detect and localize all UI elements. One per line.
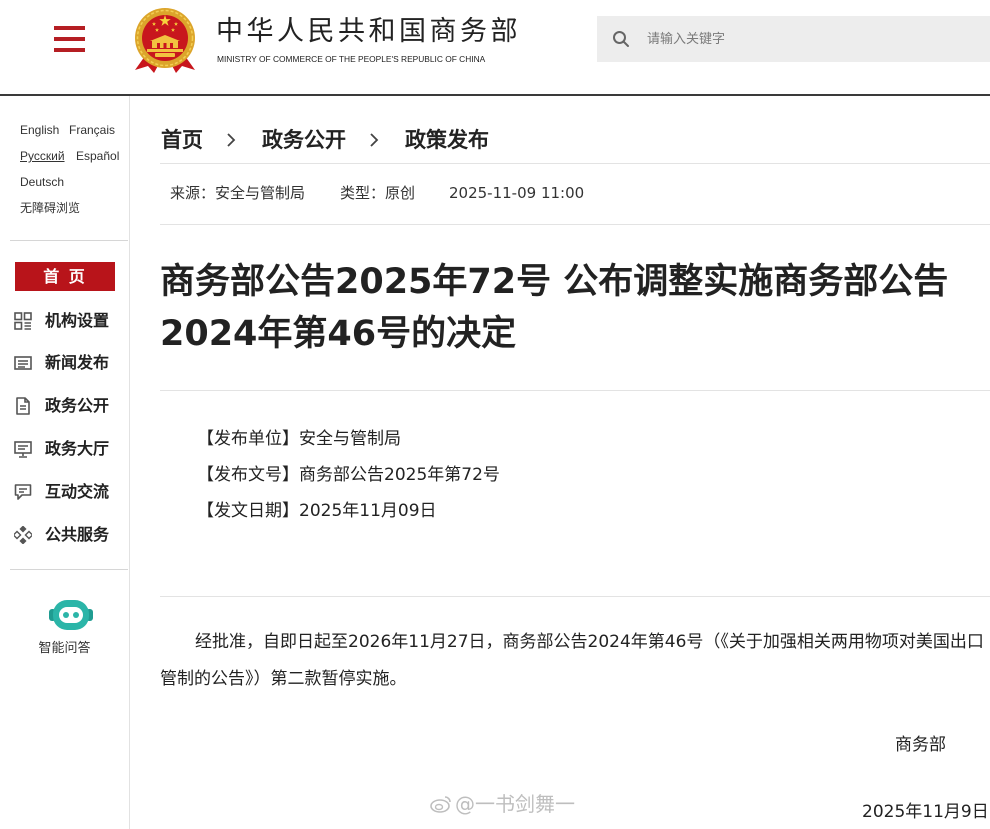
- article-source: 来源：安全与管制局: [170, 183, 305, 203]
- service-icon: [14, 526, 32, 544]
- search-input[interactable]: [647, 16, 977, 62]
- sidebar-item-news[interactable]: 新闻发布: [14, 352, 126, 374]
- info-issuer: 【发布单位】安全与管制局: [197, 428, 401, 450]
- hamburger-bar: [54, 26, 85, 30]
- info-label: 【发文日期】: [197, 501, 299, 521]
- info-value: 安全与管制局: [299, 429, 401, 449]
- article-body: 经批准，自即日起至2026年11月27日，商务部公告2024年第46号（《关于加…: [160, 632, 984, 689]
- content-divider: [160, 163, 990, 164]
- hamburger-bar: [54, 37, 85, 41]
- content-divider: [160, 224, 990, 225]
- chevron-right-icon: [370, 133, 379, 147]
- sidebar-item-service-hall[interactable]: 政务大厅: [14, 438, 126, 460]
- accessibility-link[interactable]: 无障碍浏览: [20, 199, 80, 217]
- breadcrumb-home[interactable]: 首页: [161, 126, 203, 154]
- article-date: 2025年11月9日: [862, 802, 989, 822]
- type-label: 类型：: [340, 184, 386, 202]
- article-datetime: 2025-11-09 11:00: [449, 184, 585, 202]
- sidebar-divider: [10, 240, 128, 241]
- monitor-icon: [14, 441, 32, 458]
- sidebar-item-label: 互动交流: [45, 482, 110, 501]
- sidebar-item-label: 新闻发布: [45, 353, 110, 372]
- watermark-text: @一书剑舞一: [455, 792, 575, 816]
- content-divider: [160, 390, 990, 391]
- search-box[interactable]: [597, 16, 990, 62]
- smart-assistant-label: 智能问答: [38, 641, 91, 656]
- grid-icon: [14, 312, 32, 330]
- document-icon: [16, 397, 30, 415]
- newspaper-icon: [14, 356, 32, 370]
- language-link-french[interactable]: Français: [69, 121, 115, 139]
- breadcrumb-policy-release[interactable]: 政策发布: [405, 126, 489, 154]
- language-link-english[interactable]: English: [20, 121, 59, 139]
- sidebar-item-government-affairs[interactable]: 政务公开: [14, 395, 126, 417]
- article-title: 商务部公告2025年72号 公布调整实施商务部公告2024年第46号的决定: [160, 262, 949, 354]
- hamburger-menu-icon[interactable]: [54, 26, 85, 52]
- sidebar-divider: [10, 569, 128, 570]
- info-document-number: 【发布文号】商务部公告2025年第72号: [197, 464, 500, 486]
- robot-icon: [49, 600, 93, 630]
- language-link-spanish[interactable]: Español: [76, 147, 119, 165]
- sidebar-border: [129, 96, 130, 829]
- language-link-german[interactable]: Deutsch: [20, 173, 64, 191]
- article-signature: 商务部: [895, 735, 946, 755]
- breadcrumb: 首页 政务公开 政策发布: [161, 126, 489, 154]
- weibo-logo-icon: [430, 796, 451, 813]
- article-type: 类型：原创: [340, 183, 415, 203]
- hamburger-bar: [54, 48, 85, 52]
- info-issue-date: 【发文日期】2025年11月09日: [197, 500, 437, 522]
- sidebar-item-public-service[interactable]: 公共服务: [14, 524, 126, 546]
- sidebar-item-label: 公共服务: [45, 525, 110, 544]
- sidebar-item-label: 政务大厅: [45, 439, 110, 458]
- site-title: 中华人民共和国商务部: [216, 16, 521, 47]
- info-label: 【发布单位】: [197, 429, 299, 449]
- site-subtitle: MINISTRY OF COMMERCE OF THE PEOPLE'S REP…: [217, 54, 486, 64]
- info-value: 2025年11月09日: [299, 501, 437, 521]
- header-divider: [0, 94, 990, 96]
- source-value: 安全与管制局: [215, 184, 306, 202]
- sidebar-item-interaction[interactable]: 互动交流: [14, 481, 126, 503]
- search-icon[interactable]: [612, 30, 630, 48]
- source-label: 来源：: [170, 184, 216, 202]
- info-value: 商务部公告2025年第72号: [299, 465, 500, 485]
- sidebar-item-label: 机构设置: [45, 311, 110, 330]
- type-value: 原创: [385, 184, 416, 202]
- home-button[interactable]: 首 页: [15, 262, 115, 291]
- smart-assistant-button[interactable]: 智能问答: [0, 596, 129, 666]
- info-label: 【发布文号】: [197, 465, 299, 485]
- content-divider: [160, 596, 990, 597]
- chat-icon: [14, 484, 32, 500]
- language-link-russian[interactable]: Русский: [20, 147, 65, 165]
- breadcrumb-government-affairs[interactable]: 政务公开: [262, 126, 346, 154]
- chevron-right-icon: [227, 133, 236, 147]
- site-header: 中华人民共和国商务部 MINISTRY OF COMMERCE OF THE P…: [0, 0, 990, 94]
- national-emblem-icon[interactable]: [133, 6, 197, 74]
- sidebar-item-organization[interactable]: 机构设置: [14, 310, 126, 332]
- sidebar-item-label: 政务公开: [45, 396, 110, 415]
